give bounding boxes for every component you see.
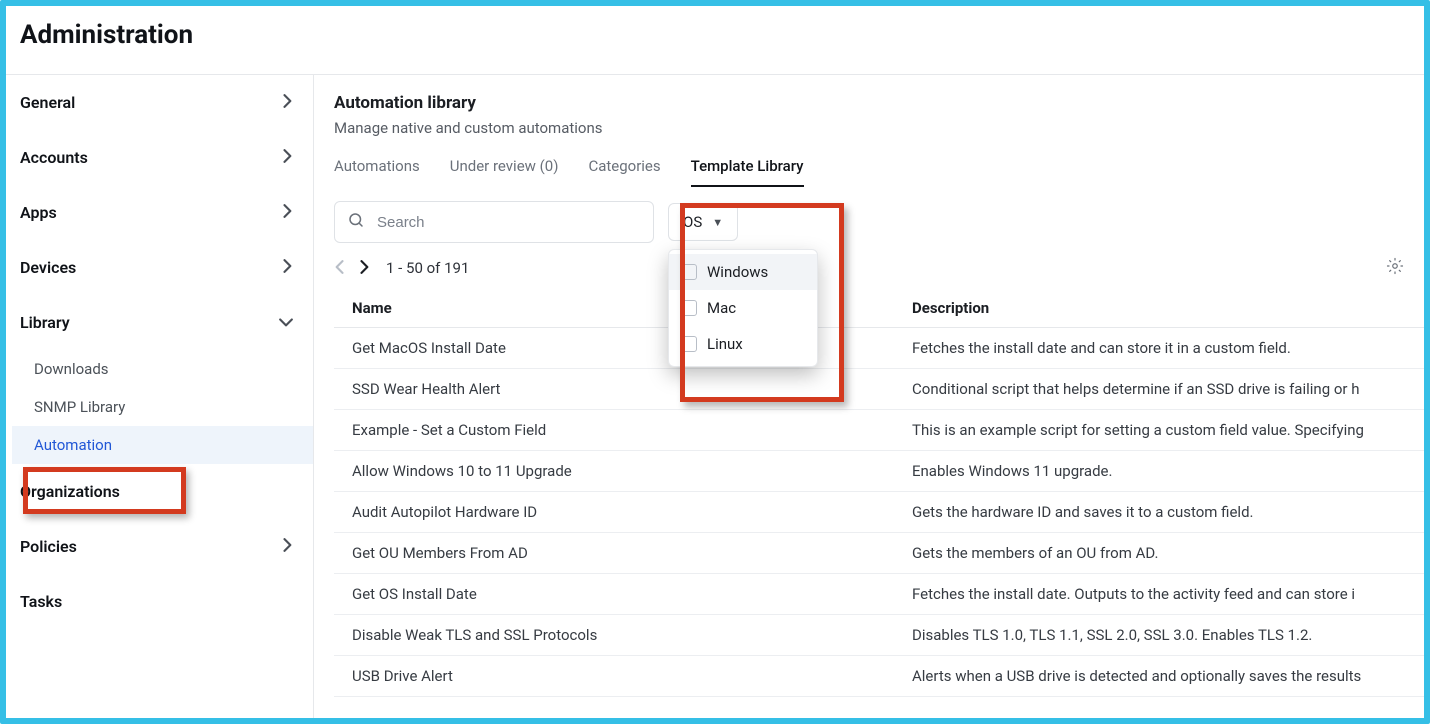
- search-icon: [347, 211, 365, 233]
- table-row[interactable]: Example - Set a Custom FieldThis is an e…: [334, 410, 1424, 451]
- cell-description: Gets the members of an OU from AD.: [912, 544, 1424, 562]
- pager-range: 1 - 50 of 191: [386, 259, 469, 277]
- tabs: Automations Under review (0) Categories …: [334, 151, 1424, 187]
- os-option-mac[interactable]: Mac: [669, 290, 817, 326]
- caret-down-icon: ▼: [712, 216, 723, 229]
- cell-name: Allow Windows 10 to 11 Upgrade: [352, 462, 912, 480]
- os-filter-dropdown: Windows Mac Linux: [668, 249, 818, 367]
- cell-name: Disable Weak TLS and SSL Protocols: [352, 626, 912, 644]
- checkbox[interactable]: [681, 336, 697, 352]
- main-content: Automation library Manage native and cus…: [314, 75, 1424, 718]
- sidebar-item-organizations[interactable]: Organizations: [6, 464, 313, 519]
- sidebar-item-policies[interactable]: Policies: [6, 519, 313, 574]
- sidebar-item-label: Apps: [20, 203, 57, 222]
- sidebar-item-label: Accounts: [20, 148, 88, 167]
- os-filter-button[interactable]: OS ▼: [668, 203, 738, 241]
- cell-description: Fetches the install date and can store i…: [912, 339, 1424, 357]
- cell-description: Enables Windows 11 upgrade.: [912, 462, 1424, 480]
- sidebar-item-label: Library: [20, 313, 70, 332]
- chevron-down-icon: [279, 313, 293, 332]
- sidebar-item-general[interactable]: General: [6, 75, 313, 130]
- cell-description: Conditional script that helps determine …: [912, 380, 1424, 398]
- cell-description: Fetches the install date. Outputs to the…: [912, 585, 1424, 603]
- os-option-label: Mac: [707, 299, 736, 317]
- table-row[interactable]: Disable Weak TLS and SSL ProtocolsDisabl…: [334, 615, 1424, 656]
- cell-description: Alerts when a USB drive is detected and …: [912, 667, 1424, 685]
- pager-next[interactable]: [360, 260, 370, 277]
- table-row[interactable]: Get OU Members From ADGets the members o…: [334, 533, 1424, 574]
- column-header-description[interactable]: Description: [912, 299, 1424, 317]
- table-row[interactable]: Get OS Install DateFetches the install d…: [334, 574, 1424, 615]
- column-header-name[interactable]: Name: [352, 299, 912, 317]
- pager-prev[interactable]: [334, 260, 344, 277]
- search-input[interactable]: [375, 213, 641, 232]
- sidebar-item-library[interactable]: Library: [6, 295, 313, 350]
- page-title: Administration: [20, 20, 1414, 50]
- cell-name: Example - Set a Custom Field: [352, 421, 912, 439]
- table-row[interactable]: Audit Autopilot Hardware IDGets the hard…: [334, 492, 1424, 533]
- cell-description: Gets the hardware ID and saves it to a c…: [912, 503, 1424, 521]
- admin-header: Administration: [6, 6, 1424, 64]
- checkbox[interactable]: [681, 264, 697, 280]
- section-description: Manage native and custom automations: [334, 119, 1424, 137]
- chevron-right-icon: [283, 537, 293, 556]
- sidebar-item-label: Devices: [20, 258, 76, 277]
- sidebar-subitems-library: Downloads SNMP Library Automation: [6, 350, 313, 464]
- cell-name: USB Drive Alert: [352, 667, 912, 685]
- tab-under-review[interactable]: Under review (0): [450, 151, 559, 187]
- chevron-right-icon: [283, 203, 293, 222]
- table-header: Name Description: [334, 289, 1424, 328]
- sidebar: General Accounts Apps: [6, 75, 314, 718]
- tab-categories[interactable]: Categories: [588, 151, 660, 187]
- table-row[interactable]: Allow Windows 10 to 11 UpgradeEnables Wi…: [334, 451, 1424, 492]
- sidebar-item-tasks[interactable]: Tasks: [6, 574, 313, 629]
- cell-name: Get MacOS Install Date: [352, 339, 912, 357]
- table-row[interactable]: USB Drive AlertAlerts when a USB drive i…: [334, 656, 1424, 697]
- sidebar-item-label: General: [20, 93, 75, 112]
- cell-name: SSD Wear Health Alert: [352, 380, 912, 398]
- chevron-right-icon: [283, 148, 293, 167]
- os-option-windows[interactable]: Windows: [669, 254, 817, 290]
- os-option-linux[interactable]: Linux: [669, 326, 817, 362]
- sidebar-item-label: Organizations: [20, 482, 120, 501]
- section-title: Automation library: [334, 93, 1424, 113]
- cell-name: Get OS Install Date: [352, 585, 912, 603]
- os-option-label: Linux: [707, 335, 743, 353]
- cell-name: Get OU Members From AD: [352, 544, 912, 562]
- sidebar-subitem-snmp-library[interactable]: SNMP Library: [12, 388, 313, 426]
- search-input-wrapper[interactable]: [334, 201, 654, 243]
- sidebar-item-label: Tasks: [20, 592, 62, 611]
- sidebar-item-devices[interactable]: Devices: [6, 240, 313, 295]
- gear-icon[interactable]: [1386, 257, 1404, 279]
- os-option-label: Windows: [707, 263, 768, 281]
- automation-table: Name Description Get MacOS Install DateF…: [334, 289, 1424, 697]
- sidebar-subitem-downloads[interactable]: Downloads: [12, 350, 313, 388]
- table-row[interactable]: Get MacOS Install DateFetches the instal…: [334, 328, 1424, 369]
- tab-template-library[interactable]: Template Library: [691, 151, 804, 187]
- chevron-right-icon: [283, 258, 293, 277]
- os-filter-label: OS: [683, 213, 702, 231]
- checkbox[interactable]: [681, 300, 697, 316]
- cell-description: This is an example script for setting a …: [912, 421, 1424, 439]
- table-row[interactable]: SSD Wear Health AlertConditional script …: [334, 369, 1424, 410]
- sidebar-item-label: Policies: [20, 537, 77, 556]
- tab-automations[interactable]: Automations: [334, 151, 420, 187]
- chevron-right-icon: [283, 93, 293, 112]
- sidebar-item-accounts[interactable]: Accounts: [6, 130, 313, 185]
- cell-description: Disables TLS 1.0, TLS 1.1, SSL 2.0, SSL …: [912, 626, 1424, 644]
- sidebar-subitem-automation[interactable]: Automation: [12, 426, 313, 464]
- cell-name: Audit Autopilot Hardware ID: [352, 503, 912, 521]
- sidebar-item-apps[interactable]: Apps: [6, 185, 313, 240]
